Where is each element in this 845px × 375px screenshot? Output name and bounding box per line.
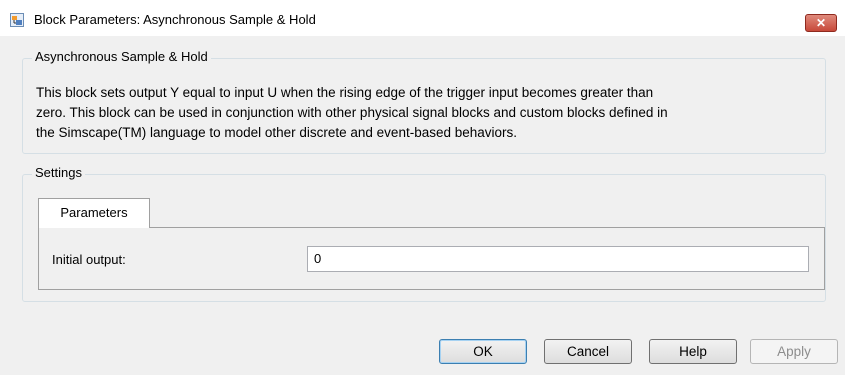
cancel-button[interactable]: Cancel (544, 339, 632, 364)
initial-output-field[interactable]: 0 (307, 246, 809, 272)
window-title: Block Parameters: Asynchronous Sample & … (34, 12, 316, 27)
close-button[interactable]: ✕ (805, 14, 837, 32)
ok-button[interactable]: OK (439, 339, 527, 364)
block-description: This block sets output Y equal to input … (36, 83, 826, 143)
close-icon: ✕ (815, 16, 827, 30)
apply-button[interactable]: Apply (750, 339, 838, 364)
tab-parameters-label: Parameters (60, 205, 128, 220)
title-bar[interactable]: Block Parameters: Asynchronous Sample & … (0, 0, 845, 36)
initial-output-label: Initial output: (52, 252, 126, 267)
help-button[interactable]: Help (649, 339, 737, 364)
cancel-button-label: Cancel (566, 344, 610, 359)
block-parameters-dialog: Block Parameters: Asynchronous Sample & … (0, 0, 845, 375)
description-line: This block sets output Y equal to input … (36, 85, 654, 100)
description-line: zero. This block can be used in conjunct… (36, 105, 668, 120)
ok-button-label: OK (473, 344, 493, 359)
initial-output-value: 0 (314, 251, 322, 266)
description-group-title: Asynchronous Sample & Hold (32, 49, 211, 64)
simulink-block-icon (10, 13, 24, 27)
description-line: the Simscape(TM) language to model other… (36, 125, 518, 140)
settings-group-title: Settings (32, 165, 85, 180)
apply-button-label: Apply (777, 344, 811, 359)
help-button-label: Help (679, 344, 707, 359)
tab-parameters[interactable]: Parameters (38, 198, 150, 228)
